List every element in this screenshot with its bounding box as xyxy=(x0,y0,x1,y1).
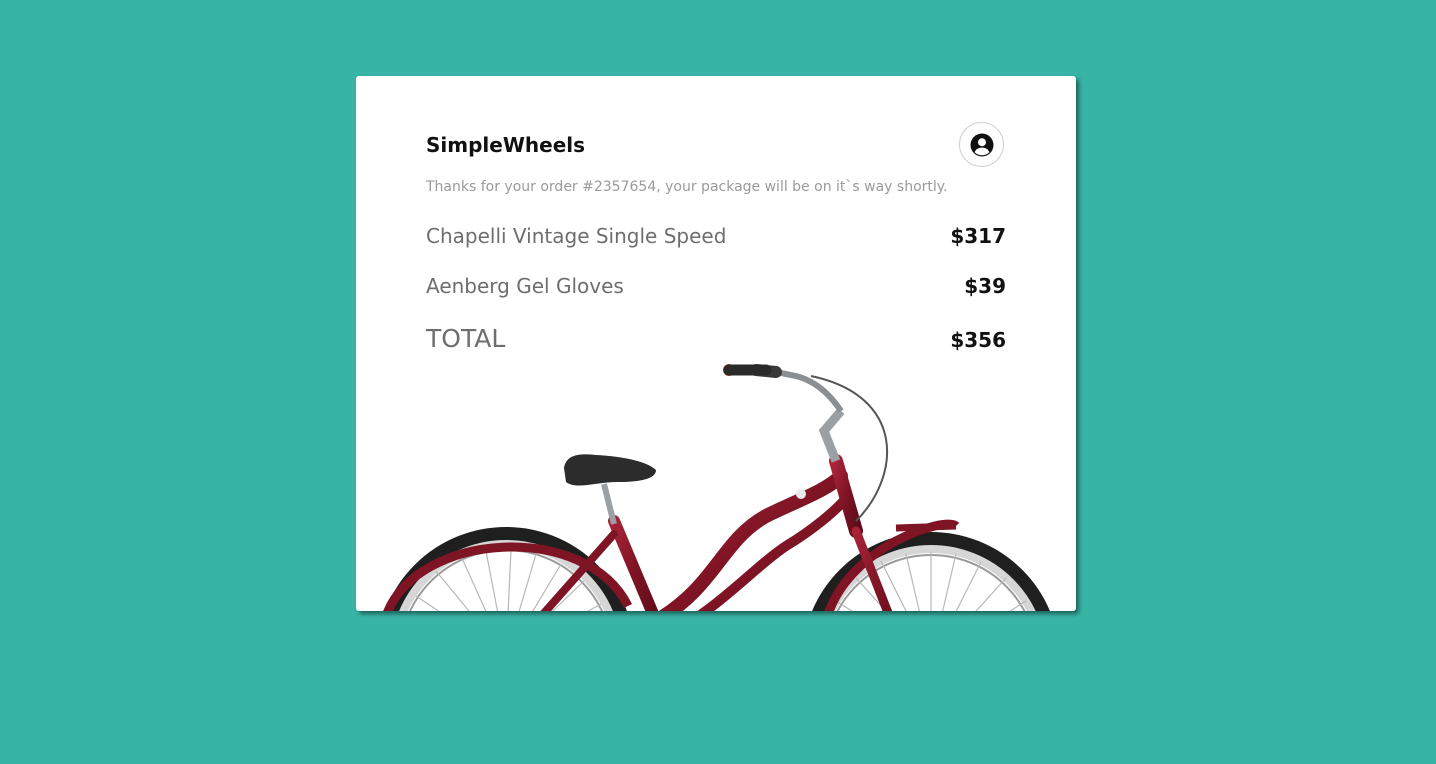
front-wheel xyxy=(812,532,1050,611)
account-button[interactable] xyxy=(959,122,1004,167)
brand-name: SimpleWheels xyxy=(426,133,586,157)
item-name: Chapelli Vintage Single Speed xyxy=(426,224,727,248)
item-price: $317 xyxy=(950,224,1006,248)
bicycle-image xyxy=(383,364,1050,611)
order-confirmation-message: Thanks for your order #2357654, your pac… xyxy=(426,179,948,195)
order-card: SimpleWheels Thanks for your order #2357… xyxy=(356,76,1076,611)
item-name: Aenberg Gel Gloves xyxy=(426,274,624,298)
order-item: Chapelli Vintage Single Speed $317 xyxy=(426,224,1006,248)
saddle xyxy=(564,454,656,486)
order-total: TOTAL $356 xyxy=(426,324,1006,353)
total-price: $356 xyxy=(950,328,1006,352)
item-price: $39 xyxy=(964,274,1006,298)
user-circle-icon xyxy=(970,133,993,156)
order-item: Aenberg Gel Gloves $39 xyxy=(426,274,1006,298)
total-label: TOTAL xyxy=(426,324,506,353)
